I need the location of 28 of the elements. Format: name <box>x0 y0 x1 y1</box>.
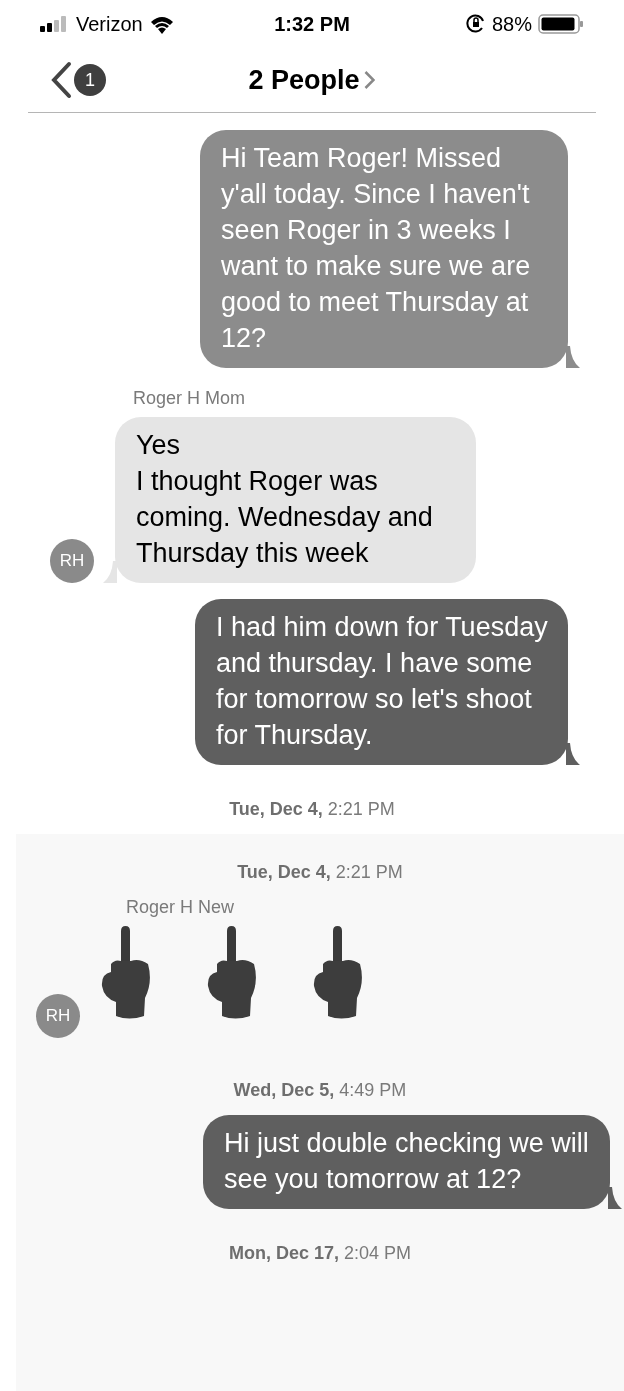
unread-badge: 1 <box>74 64 106 96</box>
carrier-name: Verizon <box>76 12 143 36</box>
battery-percent: 88% <box>491 12 532 36</box>
bubble-tail <box>103 561 117 583</box>
back-chevron-icon[interactable] <box>50 61 72 99</box>
chevron-right-icon <box>363 70 376 90</box>
hand-emoji-icon <box>313 926 365 1020</box>
sender-name: Roger H New <box>126 897 235 917</box>
rotation-lock-icon <box>465 14 486 34</box>
bubble-tail <box>608 1187 622 1209</box>
timestamp: Wed, Dec 5, 4:49 PM <box>233 1080 407 1100</box>
timestamp: Tue, Dec 4, 2:21 PM <box>229 799 395 819</box>
hand-emoji-icon <box>101 926 153 1020</box>
avatar[interactable]: RH <box>50 539 94 583</box>
message-bubble: Hi just double checking we will see you tomorrow at 12? <box>203 1115 610 1209</box>
bubble-tail <box>566 346 580 368</box>
timestamp: Tue, Dec 4, 2:21 PM <box>237 862 403 882</box>
hand-emoji-icon <box>207 926 259 1020</box>
message-bubble: I had him down for Tuesday and thursday. I have some for tomorrow so let's shoot for Thursday. <box>195 599 568 765</box>
conversation-title[interactable]: 2 People <box>248 64 360 96</box>
avatar[interactable]: RH <box>36 994 80 1038</box>
battery-icon <box>538 14 584 34</box>
clock: 1:32 PM <box>274 12 350 36</box>
bubble-tail <box>566 743 580 765</box>
message-bubble: Hi Team Roger! Missed y'all today. Since I haven't seen Roger in 3 weeks I want to make sure we are good to meet Thursday at 12? <box>200 130 568 368</box>
message-bubble: Yes I thought Roger was coming. Wednesday and Thursday this week <box>115 417 476 583</box>
timestamp: Mon, Dec 17, 2:04 PM <box>228 1243 412 1263</box>
sender-name: Roger H Mom <box>133 388 246 408</box>
